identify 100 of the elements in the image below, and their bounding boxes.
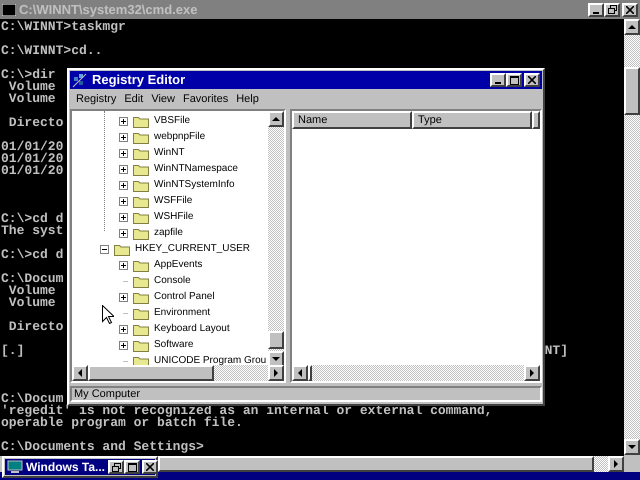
expand-icon[interactable] — [119, 148, 128, 158]
tree-item[interactable]: WinNT — [153, 146, 186, 160]
close-icon — [626, 6, 634, 14]
tree-item[interactable]: zapfile — [153, 226, 184, 240]
collapse-icon[interactable] — [100, 244, 109, 254]
console-line: C:\>dir — [1, 69, 56, 81]
tree-item[interactable]: Control Panel — [153, 290, 216, 304]
minimize-icon — [495, 82, 501, 84]
console-line: 01/01/20 — [1, 165, 64, 177]
expand-icon[interactable] — [119, 116, 128, 126]
triangle-left-icon — [298, 369, 302, 377]
menu-item[interactable]: Favorites — [178, 90, 232, 108]
minimize-button[interactable] — [588, 2, 604, 16]
folder-icon — [133, 322, 149, 336]
menu-item[interactable]: View — [147, 90, 179, 108]
restore-button[interactable] — [604, 2, 620, 16]
triangle-right-icon — [274, 369, 278, 377]
tree-item[interactable]: Console — [153, 274, 192, 288]
triangle-left-icon — [78, 369, 82, 377]
tree-item[interactable]: HKEY_CURRENT_USER — [134, 242, 252, 256]
status-bar: My Computer — [70, 386, 542, 402]
console-line: C:\Docum — [1, 273, 64, 285]
tree-item[interactable]: UNICODE Program Grou — [153, 354, 268, 365]
minimize-icon — [593, 12, 599, 14]
minimize-button[interactable] — [490, 73, 506, 87]
tree-item[interactable]: Environment — [153, 306, 212, 320]
expand-icon[interactable] — [119, 180, 128, 190]
maximize-button[interactable] — [506, 73, 522, 87]
maximize-icon — [128, 462, 137, 472]
console-line: Volume — [8, 93, 56, 105]
folder-icon — [133, 178, 149, 192]
expand-icon[interactable] — [119, 340, 128, 350]
close-button[interactable] — [622, 2, 638, 16]
expand-icon[interactable] — [119, 132, 128, 142]
console-line: C:\Docum — [1, 393, 64, 405]
menu-item[interactable]: Registry — [72, 90, 120, 108]
expand-icon[interactable] — [119, 196, 128, 206]
console-line: 'regedit' is not recognized as an internal or external command, — [1, 405, 492, 417]
close-icon — [146, 463, 154, 471]
folder-icon — [133, 290, 149, 304]
tree-item[interactable]: WinNTNamespace — [153, 162, 239, 176]
tree-item[interactable]: WSHFile — [153, 210, 194, 224]
tree-item[interactable]: webpnpFile — [153, 130, 206, 144]
column-header[interactable]: Type — [412, 111, 532, 129]
scroll-up-button[interactable] — [268, 111, 284, 127]
menu-item[interactable]: Help — [232, 90, 263, 108]
scroll-right-button[interactable] — [608, 456, 624, 472]
tree-item[interactable]: AppEvents — [153, 258, 204, 272]
column-header[interactable]: Name — [292, 111, 412, 129]
tree-item[interactable]: Software — [153, 338, 194, 352]
console-line: [.] — [1, 345, 24, 357]
scrollbar-thumb[interactable] — [88, 365, 214, 381]
scrollbar-thumb[interactable] — [624, 67, 640, 115]
scroll-right-button[interactable] — [524, 365, 540, 381]
maximize-button[interactable] — [124, 460, 140, 474]
scrollbar-thumb[interactable] — [268, 331, 284, 349]
console-line: 01/01/20 — [1, 141, 64, 153]
minimized-window[interactable]: Windows Ta... — [2, 456, 158, 478]
triangle-down-icon — [628, 445, 636, 449]
window-title: Windows Ta... — [26, 459, 106, 476]
folder-icon — [133, 226, 149, 240]
folder-icon — [133, 258, 149, 272]
menu-item[interactable]: Edit — [120, 90, 148, 108]
folder-icon — [133, 130, 149, 144]
tree-item[interactable]: WinNTSystemInfo — [153, 178, 236, 192]
scroll-left-button[interactable] — [292, 365, 308, 381]
console-line: C:\>cd d — [1, 249, 64, 261]
close-icon — [528, 76, 536, 84]
scroll-right-button[interactable] — [268, 365, 284, 381]
tree-item[interactable]: VBSFile — [153, 114, 192, 128]
folder-icon — [133, 274, 149, 288]
maximize-icon — [510, 76, 518, 84]
expand-icon[interactable] — [119, 260, 128, 270]
folder-icon — [133, 114, 149, 128]
restore-icon — [608, 5, 616, 14]
triangle-up-icon — [628, 25, 636, 29]
tree-item[interactable]: Keyboard Layout — [153, 322, 231, 336]
scroll-left-button[interactable] — [72, 365, 88, 381]
console-line: C:\Documents and Settings> — [1, 441, 204, 453]
restore-button[interactable] — [108, 460, 124, 474]
mouse-pointer-icon — [102, 305, 114, 324]
expand-icon[interactable] — [119, 324, 128, 334]
console-line: Volume — [8, 285, 56, 297]
folder-icon — [133, 338, 149, 352]
expand-icon[interactable] — [119, 212, 128, 222]
window-title: Registry Editor — [92, 71, 186, 90]
monitor-icon — [7, 460, 23, 474]
console-line: C:\WINNT>cd.. — [1, 45, 102, 57]
column-header[interactable] — [532, 111, 540, 129]
expand-icon[interactable] — [119, 292, 128, 302]
expand-icon[interactable] — [119, 228, 128, 238]
expand-icon[interactable] — [119, 164, 128, 174]
scroll-down-button[interactable] — [624, 439, 640, 455]
console-line: Directo — [8, 117, 64, 129]
tree-item[interactable]: WSFFile — [153, 194, 194, 208]
scrollbar-thumb[interactable] — [308, 365, 312, 381]
close-button[interactable] — [524, 73, 540, 87]
scroll-up-button[interactable] — [624, 19, 640, 35]
close-button[interactable] — [142, 460, 158, 474]
console-line: Volume — [8, 297, 56, 309]
